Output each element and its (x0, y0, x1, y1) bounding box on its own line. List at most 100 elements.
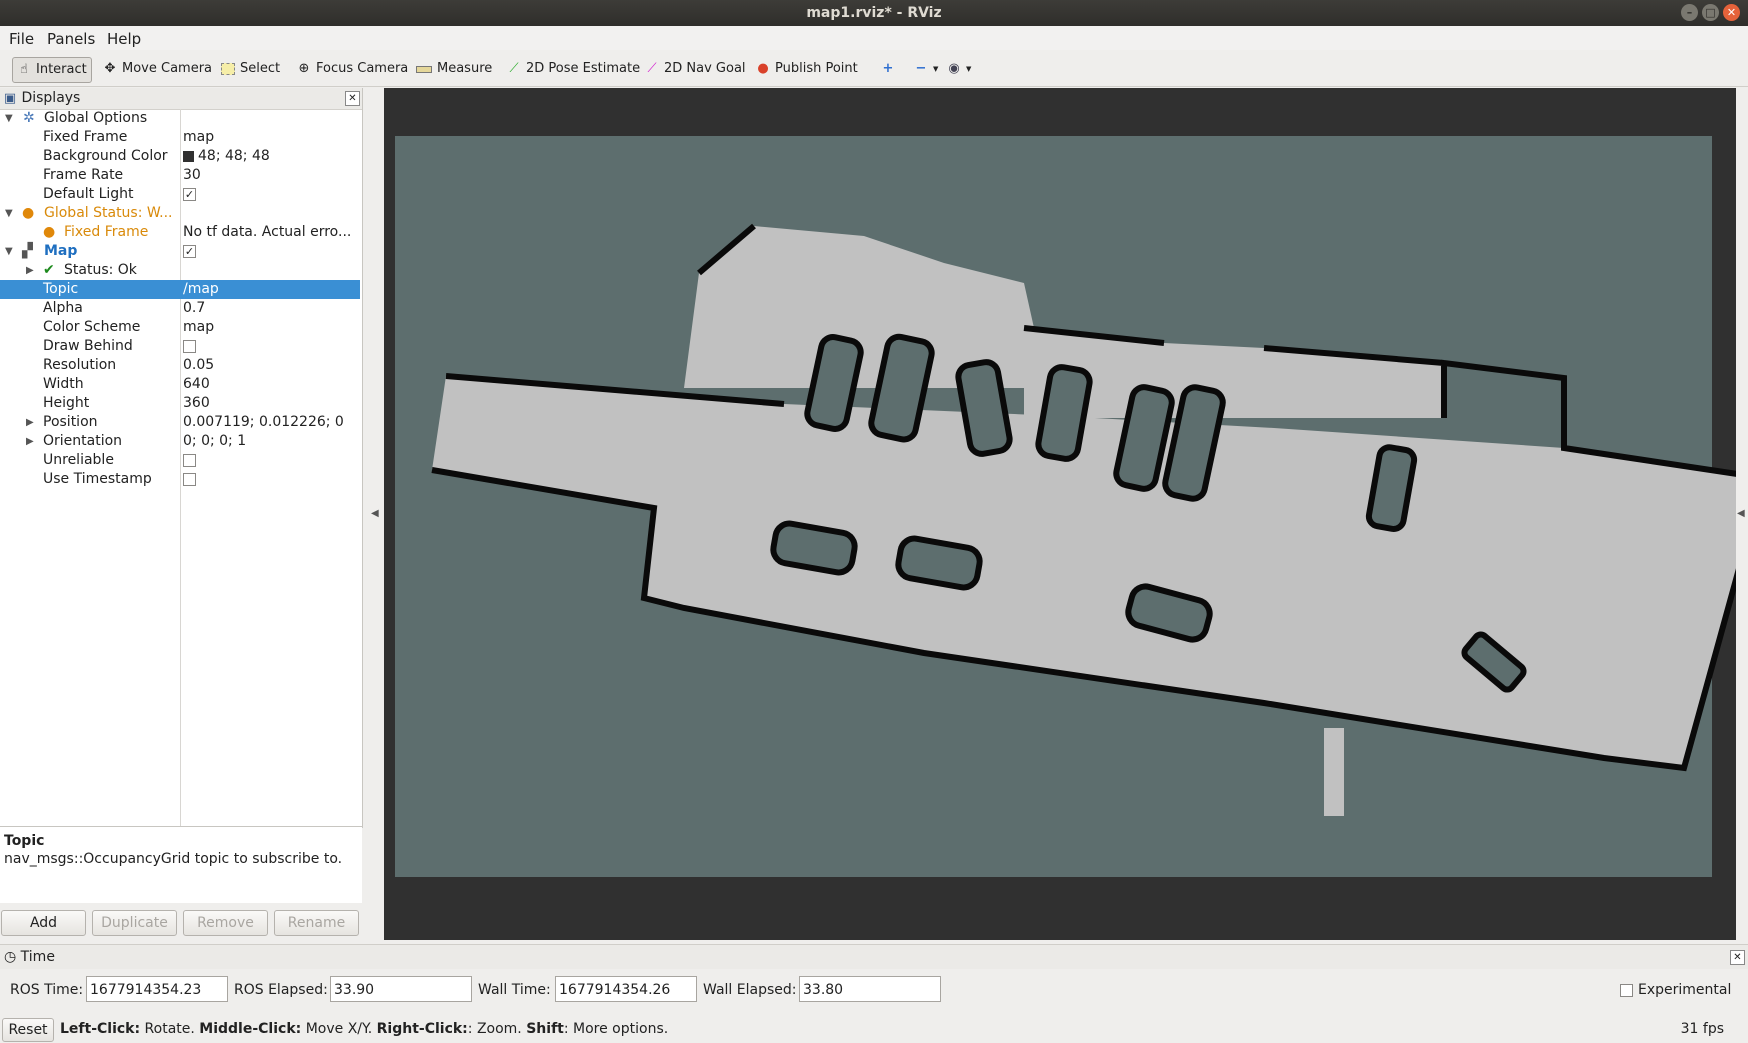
wall-time-field[interactable]: 1677914354.26 (555, 976, 697, 1002)
pose-estimate-tool[interactable]: ⟋ 2D Pose Estimate (503, 57, 644, 81)
unreliable-label: Unreliable (43, 452, 114, 468)
left-splitter-arrow-icon[interactable]: ◀ (371, 508, 379, 519)
remove-tool-button[interactable]: − ▼ (910, 57, 942, 81)
use-timestamp-checkbox[interactable] (183, 472, 196, 486)
alpha-value[interactable]: 0.7 (183, 299, 358, 318)
expand-arrow-icon[interactable]: ▼ (5, 204, 13, 223)
toolbar: ☝ Interact ✥ Move Camera Select ⊕ Focus … (0, 52, 1748, 87)
add-button[interactable]: Add (1, 910, 86, 936)
nav-goal-tool[interactable]: ⟋ 2D Nav Goal (641, 57, 750, 81)
measure-tool[interactable]: Measure (412, 57, 496, 81)
orientation-value: 0; 0; 0; 1 (183, 433, 247, 449)
draw-behind-checkbox[interactable] (183, 339, 196, 353)
resolution-value: 0.05 (183, 357, 215, 373)
select-tool[interactable]: Select (217, 57, 284, 81)
publish-point-tool[interactable]: ● Publish Point (752, 57, 862, 81)
tree-row-map[interactable]: ▼ ▞ Map ✓ (0, 242, 360, 261)
expand-arrow-icon[interactable]: ▼ (5, 242, 13, 261)
rename-button[interactable]: Rename (274, 910, 359, 936)
wall-elapsed-field[interactable]: 33.80 (799, 976, 941, 1002)
menu-file[interactable]: File (9, 30, 34, 48)
draw-behind-label: Draw Behind (43, 338, 133, 354)
display-tree: ▼ ✲ Global Options Fixed Frame map Backg… (0, 109, 360, 489)
unreliable-checkbox[interactable] (183, 453, 196, 467)
tree-row-map-status[interactable]: ▶ ✔ Status: Ok (0, 261, 360, 280)
right-splitter-arrow-icon[interactable]: ◀ (1737, 508, 1745, 519)
tree-row-use-timestamp[interactable]: Use Timestamp (0, 470, 360, 489)
experimental-checkbox[interactable] (1620, 984, 1633, 997)
map-enabled-checkbox[interactable]: ✓ (183, 244, 196, 258)
green-arrow-icon: ⟋ (509, 61, 519, 76)
plus-icon: + (882, 61, 894, 76)
mouse-hints: Left-Click: Rotate. Middle-Click: Move X… (60, 1021, 668, 1037)
menu-panels[interactable]: Panels (47, 30, 95, 48)
left-click-key: Left-Click: (60, 1021, 141, 1037)
color-scheme-value[interactable]: map (183, 318, 358, 337)
gear-icon: ✲ (23, 110, 35, 126)
occupancy-map (395, 136, 1748, 877)
focus-camera-tool[interactable]: ⊕ Focus Camera (293, 57, 412, 81)
fixed-frame-value[interactable]: map (183, 128, 358, 147)
render-viewport[interactable] (384, 88, 1748, 940)
close-time-panel-icon[interactable]: ✕ (1730, 950, 1745, 965)
ros-time-field[interactable]: 1677914354.23 (86, 976, 228, 1002)
maximize-icon[interactable]: □ (1702, 4, 1719, 21)
position-value: 0.007119; 0.012226; 0 (183, 414, 344, 430)
width-label: Width (43, 376, 84, 392)
collapse-arrow-icon[interactable]: ▶ (26, 432, 34, 451)
tree-row-draw-behind[interactable]: Draw Behind (0, 337, 360, 356)
close-panel-icon[interactable]: ✕ (345, 91, 360, 106)
collapse-arrow-icon[interactable]: ▶ (26, 261, 34, 280)
status-fixed-frame-value: No tf data. Actual erro... (183, 224, 352, 240)
expand-arrow-icon[interactable]: ▼ (5, 109, 13, 128)
right-click-desc: : Zoom. (467, 1021, 527, 1037)
view-toggle-button[interactable]: ◉ ▼ (943, 57, 975, 81)
publish-point-label: Publish Point (775, 61, 858, 76)
tree-row-default-light[interactable]: Default Light ✓ (0, 185, 360, 204)
frame-rate-value[interactable]: 30 (183, 166, 358, 185)
shift-key: Shift (526, 1021, 564, 1037)
monitor-icon: ▣ (3, 91, 17, 106)
topic-label: Topic (43, 281, 79, 297)
tree-row-topic[interactable]: Topic /map (0, 280, 360, 299)
window-title-bar: map1.rviz* - RViz – □ ✕ (0, 0, 1748, 26)
menu-bar: File Panels Help (0, 26, 1748, 50)
warning-icon: ● (22, 205, 35, 221)
menu-help[interactable]: Help (107, 30, 141, 48)
ros-elapsed-field[interactable]: 33.90 (330, 976, 472, 1002)
collapse-arrow-icon[interactable]: ▶ (26, 413, 34, 432)
add-tool-button[interactable]: + (877, 57, 899, 81)
duplicate-button[interactable]: Duplicate (92, 910, 177, 936)
tree-row-orientation[interactable]: ▶ Orientation 0; 0; 0; 1 (0, 432, 360, 451)
ruler-icon (416, 65, 432, 73)
map-status-label: Status: Ok (64, 262, 137, 278)
tree-row-status-fixed-frame[interactable]: ● Fixed Frame No tf data. Actual erro... (0, 223, 360, 242)
move-camera-tool[interactable]: ✥ Move Camera (99, 57, 216, 81)
default-light-checkbox[interactable]: ✓ (183, 187, 196, 201)
displays-panel: ▣ Displays ✕ ▼ ✲ Global Options Fixed Fr… (0, 88, 363, 828)
tree-row-fixed-frame[interactable]: Fixed Frame map (0, 128, 360, 147)
select-label: Select (240, 61, 281, 76)
tree-row-global-options[interactable]: ▼ ✲ Global Options (0, 109, 360, 128)
interact-tool[interactable]: ☝ Interact (12, 57, 92, 83)
tree-row-alpha[interactable]: Alpha 0.7 (0, 299, 360, 318)
tree-row-unreliable[interactable]: Unreliable (0, 451, 360, 470)
reset-button[interactable]: Reset (2, 1018, 54, 1042)
tree-row-resolution[interactable]: Resolution 0.05 (0, 356, 360, 375)
tree-row-width[interactable]: Width 640 (0, 375, 360, 394)
tree-row-position[interactable]: ▶ Position 0.007119; 0.012226; 0 (0, 413, 360, 432)
tree-row-global-status[interactable]: ▼ ● Global Status: W... (0, 204, 360, 223)
tree-row-frame-rate[interactable]: Frame Rate 30 (0, 166, 360, 185)
map-free-tail (1324, 728, 1344, 816)
tree-row-background-color[interactable]: Background Color 48; 48; 48 (0, 147, 360, 166)
tree-row-height[interactable]: Height 360 (0, 394, 360, 413)
tree-row-color-scheme[interactable]: Color Scheme map (0, 318, 360, 337)
topic-value[interactable]: /map (183, 280, 358, 299)
close-icon[interactable]: ✕ (1723, 4, 1740, 21)
remove-button[interactable]: Remove (183, 910, 268, 936)
interact-label: Interact (36, 62, 87, 77)
height-label: Height (43, 395, 90, 411)
clock-icon: ◷ (4, 949, 17, 965)
background-color-field[interactable]: 48; 48; 48 (183, 147, 358, 166)
minimize-icon[interactable]: – (1681, 4, 1698, 21)
